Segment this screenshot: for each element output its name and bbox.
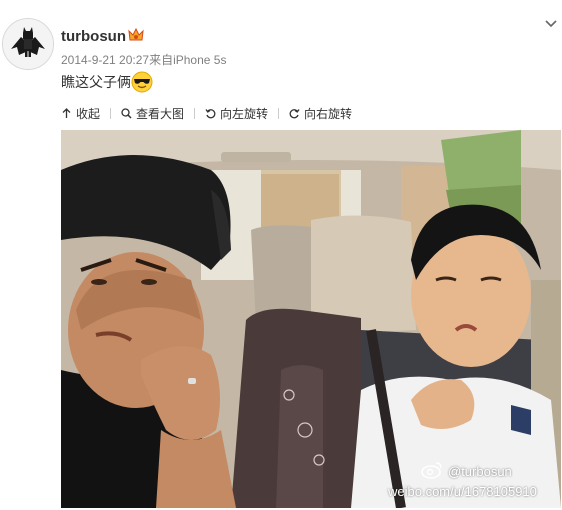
magnifier-icon xyxy=(121,107,132,119)
rotate-left-button[interactable]: 向左旋转 xyxy=(205,105,268,122)
avatar-batman-image xyxy=(3,19,53,69)
view-large-label: 查看大图 xyxy=(136,106,185,121)
collapse-arrow-icon xyxy=(62,107,71,118)
username[interactable]: turbosun xyxy=(61,28,126,45)
weibo-logo-icon xyxy=(421,462,442,479)
rotate-right-icon xyxy=(289,108,300,118)
post-text: 瞧这父子俩 xyxy=(61,74,131,90)
toolbar-divider xyxy=(110,107,112,119)
post-source[interactable]: 来自iPhone 5s xyxy=(149,53,226,67)
vip-crown-icon[interactable] xyxy=(127,27,145,43)
post-timestamp[interactable]: 2014-9-21 20:27 xyxy=(61,53,149,67)
collapse-button[interactable]: 收起 xyxy=(61,105,100,122)
view-large-button[interactable]: 查看大图 xyxy=(121,105,184,122)
photo-watermark-handle: @turbosun xyxy=(448,464,512,479)
chevron-down-icon[interactable] xyxy=(543,16,559,32)
rotate-left-icon xyxy=(205,108,216,118)
user-avatar[interactable] xyxy=(2,18,54,70)
rotate-right-button[interactable]: 向右旋转 xyxy=(289,105,352,122)
post-photo[interactable] xyxy=(61,130,561,508)
weibo-post: turbosun 2014-9-21 20:27来自iPhone 5s 瞧这父子… xyxy=(0,0,562,510)
sunglasses-emoji-icon xyxy=(131,71,153,93)
rotate-right-label: 向右旋转 xyxy=(304,106,353,121)
toolbar-divider xyxy=(194,107,196,119)
post-meta: 2014-9-21 20:27来自iPhone 5s xyxy=(61,51,226,68)
image-toolbar: 收起 查看大图 向左旋转 向右旋转 xyxy=(61,104,352,122)
rotate-left-label: 向左旋转 xyxy=(220,106,269,121)
photo-father-son-in-car xyxy=(61,130,561,508)
collapse-label: 收起 xyxy=(76,106,101,121)
photo-watermark-url: weibo.com/u/1678105910 xyxy=(388,484,537,499)
toolbar-divider xyxy=(278,107,280,119)
